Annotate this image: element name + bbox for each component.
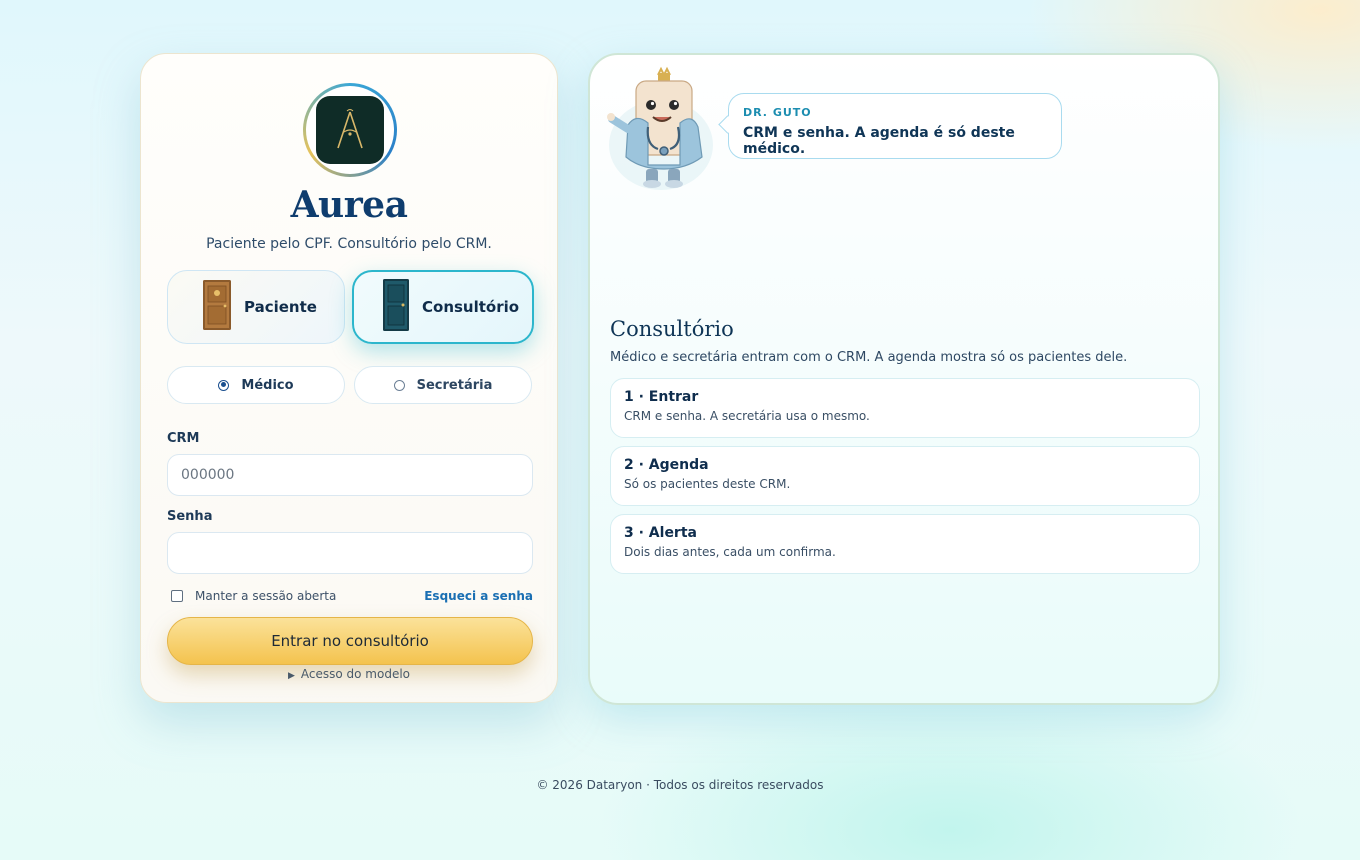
footer-copyright: © 2026 Dataryon · Todos os direitos rese… bbox=[536, 778, 824, 792]
wooden-door-icon bbox=[202, 279, 232, 335]
step-title: 1 · Entrar bbox=[624, 389, 699, 405]
brand-logo bbox=[303, 83, 397, 177]
assistant-speech-bubble: DR. GUTO CRM e senha. A agenda é só dest… bbox=[728, 93, 1062, 159]
forgot-password-link[interactable]: Esqueci a senha bbox=[424, 589, 533, 603]
entry-option-patient-label: Paciente bbox=[244, 298, 317, 316]
submit-button[interactable]: Entrar no consultório bbox=[167, 617, 533, 665]
step-description: Só os pacientes deste CRM. bbox=[624, 477, 791, 491]
step-title: 3 · Alerta bbox=[624, 525, 697, 541]
remember-row: Manter a sessão aberta Esqueci a senha bbox=[171, 587, 533, 605]
compass-a-logo-icon bbox=[316, 96, 384, 164]
info-subtitle: Médico e secretária entram com o CRM. A … bbox=[610, 350, 1128, 365]
step-description: Dois dias antes, cada um confirma. bbox=[624, 545, 836, 559]
brand-name: Aurea bbox=[290, 184, 408, 226]
role-option-secretaria-label: Secretária bbox=[416, 377, 493, 393]
role-option-medico[interactable]: Médico bbox=[167, 366, 345, 404]
entry-option-patient[interactable]: Paciente bbox=[167, 270, 345, 344]
entry-option-clinic-label: Consultório bbox=[422, 298, 520, 316]
info-card: DR. GUTO CRM e senha. A agenda é só dest… bbox=[588, 53, 1220, 705]
triangle-right-icon: ▶ bbox=[287, 671, 295, 681]
step-description: CRM e senha. A secretária usa o mesmo. bbox=[624, 409, 870, 423]
step-card: 1 · Entrar CRM e senha. A secretária usa… bbox=[610, 378, 1200, 438]
remember-label: Manter a sessão aberta bbox=[195, 589, 337, 603]
entry-option-clinic[interactable]: Consultório bbox=[352, 270, 534, 344]
step-card: 2 · Agenda Só os pacientes deste CRM. bbox=[610, 446, 1200, 506]
role-option-medico-label: Médico bbox=[241, 377, 294, 393]
role-option-secretaria[interactable]: Secretária bbox=[354, 366, 532, 404]
radio-checked-icon bbox=[218, 379, 230, 391]
password-input[interactable] bbox=[167, 532, 533, 574]
doctor-mascot-icon bbox=[606, 65, 716, 190]
teal-door-icon bbox=[382, 278, 410, 336]
remember-checkbox[interactable] bbox=[171, 590, 183, 602]
model-access-label: Acesso do modelo bbox=[300, 667, 411, 681]
crm-input[interactable] bbox=[167, 454, 533, 496]
step-title: 2 · Agenda bbox=[624, 457, 709, 473]
login-card: Aurea Paciente pelo CPF. Consultório pel… bbox=[140, 53, 558, 703]
info-title: Consultório bbox=[610, 317, 734, 341]
model-access-toggle[interactable]: ▶ Acesso do modelo bbox=[141, 667, 557, 681]
radio-unchecked-icon bbox=[393, 379, 405, 391]
assistant-message: CRM e senha. A agenda é só deste médico. bbox=[743, 125, 1015, 157]
password-label: Senha bbox=[167, 509, 213, 524]
crm-label: CRM bbox=[167, 431, 200, 446]
step-card: 3 · Alerta Dois dias antes, cada um conf… bbox=[610, 514, 1200, 574]
brand-tagline: Paciente pelo CPF. Consultório pelo CRM. bbox=[206, 236, 492, 252]
assistant-name: DR. GUTO bbox=[743, 106, 812, 119]
